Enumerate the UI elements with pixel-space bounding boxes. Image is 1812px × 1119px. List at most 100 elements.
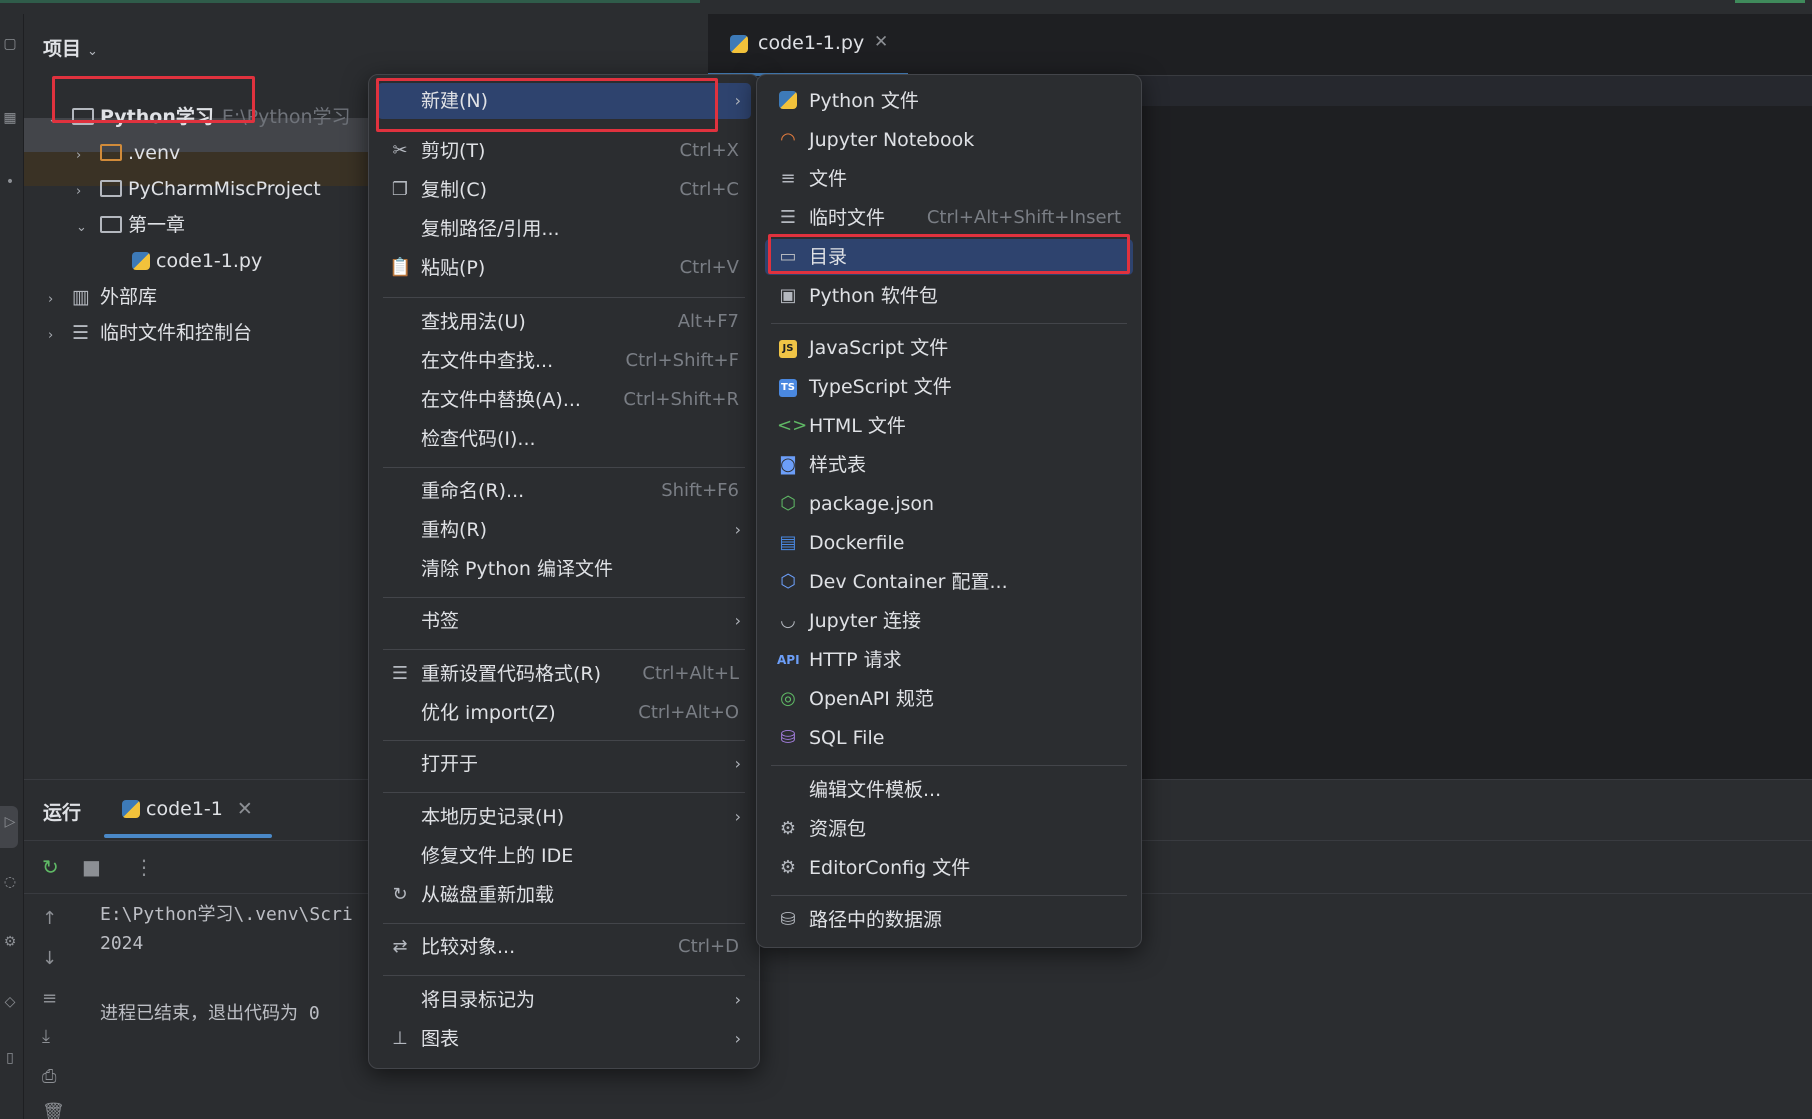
tree-item-scratches[interactable]: › ☰ 临时文件和控制台 (48, 316, 252, 350)
soft-wrap-icon[interactable]: ≡ (42, 988, 57, 1009)
chevron-down-icon[interactable]: ⌄ (76, 211, 100, 245)
menu-item-shortcut: Ctrl+C (679, 179, 739, 200)
menu-item-replace-in-files[interactable]: 在文件中替换(A)... Ctrl+Shift+R (377, 382, 751, 418)
close-icon[interactable]: ✕ (237, 798, 253, 820)
menu-item-optimize-imports[interactable]: 优化 import(Z) Ctrl+Alt+O (377, 695, 751, 731)
chevron-right-icon[interactable]: › (48, 319, 72, 353)
submenu-item-stylesheet[interactable]: ◙ 样式表 (765, 447, 1133, 483)
menu-item-rename[interactable]: 重命名(R)... Shift+F6 (377, 473, 751, 509)
menu-item-bookmarks[interactable]: 书签 › (377, 603, 751, 639)
library-icon: ▥ (72, 286, 90, 308)
menu-item-refactor[interactable]: 重构(R) › (377, 512, 751, 548)
more-options-icon[interactable]: ⋮ (134, 855, 154, 879)
submenu-item-html[interactable]: <> HTML 文件 (765, 408, 1133, 444)
console-line: 2024 (100, 933, 144, 954)
menu-separator (771, 323, 1127, 324)
submenu-item-label: Dev Container 配置... (809, 571, 1008, 593)
chevron-right-icon[interactable]: › (76, 175, 100, 209)
python-console-icon[interactable]: ◌ (2, 874, 18, 890)
tree-item-misc-project[interactable]: › PyCharmMiscProject (76, 172, 321, 206)
menu-separator (771, 895, 1127, 896)
close-icon[interactable]: ✕ (874, 32, 888, 52)
submenu-item-label: 资源包 (809, 818, 867, 840)
submenu-item-package-json[interactable]: ⬡ package.json (765, 486, 1133, 522)
tree-item-code-file[interactable]: code1-1.py (132, 244, 262, 278)
menu-item-shortcut: Ctrl+Alt+L (642, 663, 739, 684)
menu-item-find-in-files[interactable]: 在文件中查找... Ctrl+Shift+F (377, 343, 751, 379)
submenu-item-python-file[interactable]: Python 文件 (765, 83, 1133, 119)
submenu-item-dev-container[interactable]: ⬡ Dev Container 配置... (765, 564, 1133, 600)
structure-tool-icon[interactable]: ▦ (2, 110, 18, 126)
project-header[interactable]: 项目 ⌄ (43, 34, 98, 61)
trash-icon[interactable]: 🗑 (42, 1102, 65, 1119)
copy-icon: ❐ (391, 179, 409, 200)
rerun-icon[interactable]: ↻ (42, 855, 59, 879)
arrow-up-icon[interactable]: ↑ (42, 908, 57, 929)
menu-item-label: 在文件中替换(A)... (421, 389, 581, 411)
stop-icon[interactable]: ■ (82, 855, 101, 879)
submenu-item-data-source-in-path[interactable]: ⛁ 路径中的数据源 (765, 902, 1133, 938)
run-tool-icon[interactable]: ▷ (2, 814, 18, 830)
project-tool-icon[interactable]: ▢ (2, 36, 18, 52)
menu-item-paste[interactable]: 📋 粘贴(P) Ctrl+V (377, 250, 751, 286)
chevron-right-icon[interactable]: › (48, 283, 72, 317)
menu-item-diagrams[interactable]: ⊥ 图表 › (377, 1021, 751, 1057)
submenu-item-jupyter-notebook[interactable]: ◠ Jupyter Notebook (765, 122, 1133, 158)
submenu-item-shortcut: Ctrl+Alt+Shift+Insert (926, 207, 1121, 228)
submenu-item-openapi[interactable]: ◎ OpenAPI 规范 (765, 681, 1133, 717)
menu-separator (771, 765, 1127, 766)
tree-item-chapter-one[interactable]: ⌄ 第一章 (76, 208, 185, 242)
menu-item-label: 比较对象... (421, 936, 516, 958)
editor-tab[interactable]: code1-1.py ✕ (708, 14, 908, 76)
chevron-right-icon: › (734, 520, 741, 539)
menu-item-reload-from-disk[interactable]: ↻ 从磁盘重新加载 (377, 877, 751, 913)
menu-item-inspect-code[interactable]: 检查代码(I)... (377, 421, 751, 457)
scroll-to-end-icon[interactable]: ⤓ (42, 1026, 50, 1047)
menu-item-mark-directory[interactable]: 将目录标记为 › (377, 982, 751, 1018)
submenu-item-label: EditorConfig 文件 (809, 857, 971, 879)
console-line: 进程已结束，退出代码为 0 (100, 1003, 320, 1024)
run-tab-underline (104, 834, 272, 838)
submenu-item-javascript[interactable]: JS JavaScript 文件 (765, 330, 1133, 366)
console-line: E:\Python学习\.venv\Scri (100, 904, 353, 925)
submenu-item-jupyter-connection[interactable]: ◡ Jupyter 连接 (765, 603, 1133, 639)
services-icon[interactable]: ⚙ (2, 934, 18, 950)
submenu-item-scratch-file[interactable]: ☰ 临时文件 Ctrl+Alt+Shift+Insert (765, 200, 1133, 236)
run-tab[interactable]: code1-1 ✕ (122, 798, 253, 820)
submenu-item-http-request[interactable]: API HTTP 请求 (765, 642, 1133, 678)
menu-item-local-history[interactable]: 本地历史记录(H) › (377, 799, 751, 835)
submenu-item-label: package.json (809, 493, 935, 515)
tree-item-venv[interactable]: › .venv (76, 136, 180, 170)
chevron-right-icon: › (734, 754, 741, 773)
submenu-item-resource-bundle[interactable]: ⚙ 资源包 (765, 811, 1133, 847)
submenu-item-edit-templates[interactable]: 编辑文件模板... (765, 772, 1133, 808)
submenu-item-file[interactable]: ≡ 文件 (765, 161, 1133, 197)
css-icon: ◙ (779, 454, 797, 475)
submenu-item-editorconfig[interactable]: ⚙ EditorConfig 文件 (765, 850, 1133, 886)
more-tools-icon[interactable]: • (2, 174, 18, 190)
submenu-item-python-package[interactable]: ▣ Python 软件包 (765, 278, 1133, 314)
menu-item-copy-path[interactable]: 复制路径/引用... (377, 211, 751, 247)
menu-item-shortcut: Ctrl+Shift+R (623, 389, 739, 410)
menu-item-compare-with[interactable]: ⇄ 比较对象... Ctrl+D (377, 929, 751, 965)
chevron-right-icon[interactable]: › (76, 139, 100, 173)
problems-icon[interactable]: ◇ (2, 994, 18, 1010)
menu-item-repair-ide[interactable]: 修复文件上的 IDE (377, 838, 751, 874)
submenu-item-typescript[interactable]: TS TypeScript 文件 (765, 369, 1133, 405)
reformat-icon: ☰ (391, 663, 409, 684)
tree-item-external-libs[interactable]: › ▥ 外部库 (48, 280, 157, 314)
menu-item-open-in[interactable]: 打开于 › (377, 746, 751, 782)
arrow-down-icon[interactable]: ↓ (42, 948, 57, 969)
terminal-tool-icon[interactable]: ▯ (2, 1050, 18, 1066)
submenu-item-dockerfile[interactable]: ▤ Dockerfile (765, 525, 1133, 561)
submenu-item-label: HTTP 请求 (809, 649, 902, 671)
submenu-item-sql-file[interactable]: ⛁ SQL File (765, 720, 1133, 756)
menu-item-clean-python[interactable]: 清除 Python 编译文件 (377, 551, 751, 587)
menu-item-find-usages[interactable]: 查找用法(U) Alt+F7 (377, 304, 751, 340)
print-icon[interactable]: ⎙ (42, 1066, 56, 1087)
menu-item-copy[interactable]: ❐ 复制(C) Ctrl+C (377, 172, 751, 208)
scissors-icon: ✂ (392, 140, 408, 161)
menu-item-cut[interactable]: ✂ 剪切(T) Ctrl+X (377, 133, 751, 169)
menu-item-label: 重新设置代码格式(R) (421, 663, 602, 685)
menu-item-reformat[interactable]: ☰ 重新设置代码格式(R) Ctrl+Alt+L (377, 656, 751, 692)
